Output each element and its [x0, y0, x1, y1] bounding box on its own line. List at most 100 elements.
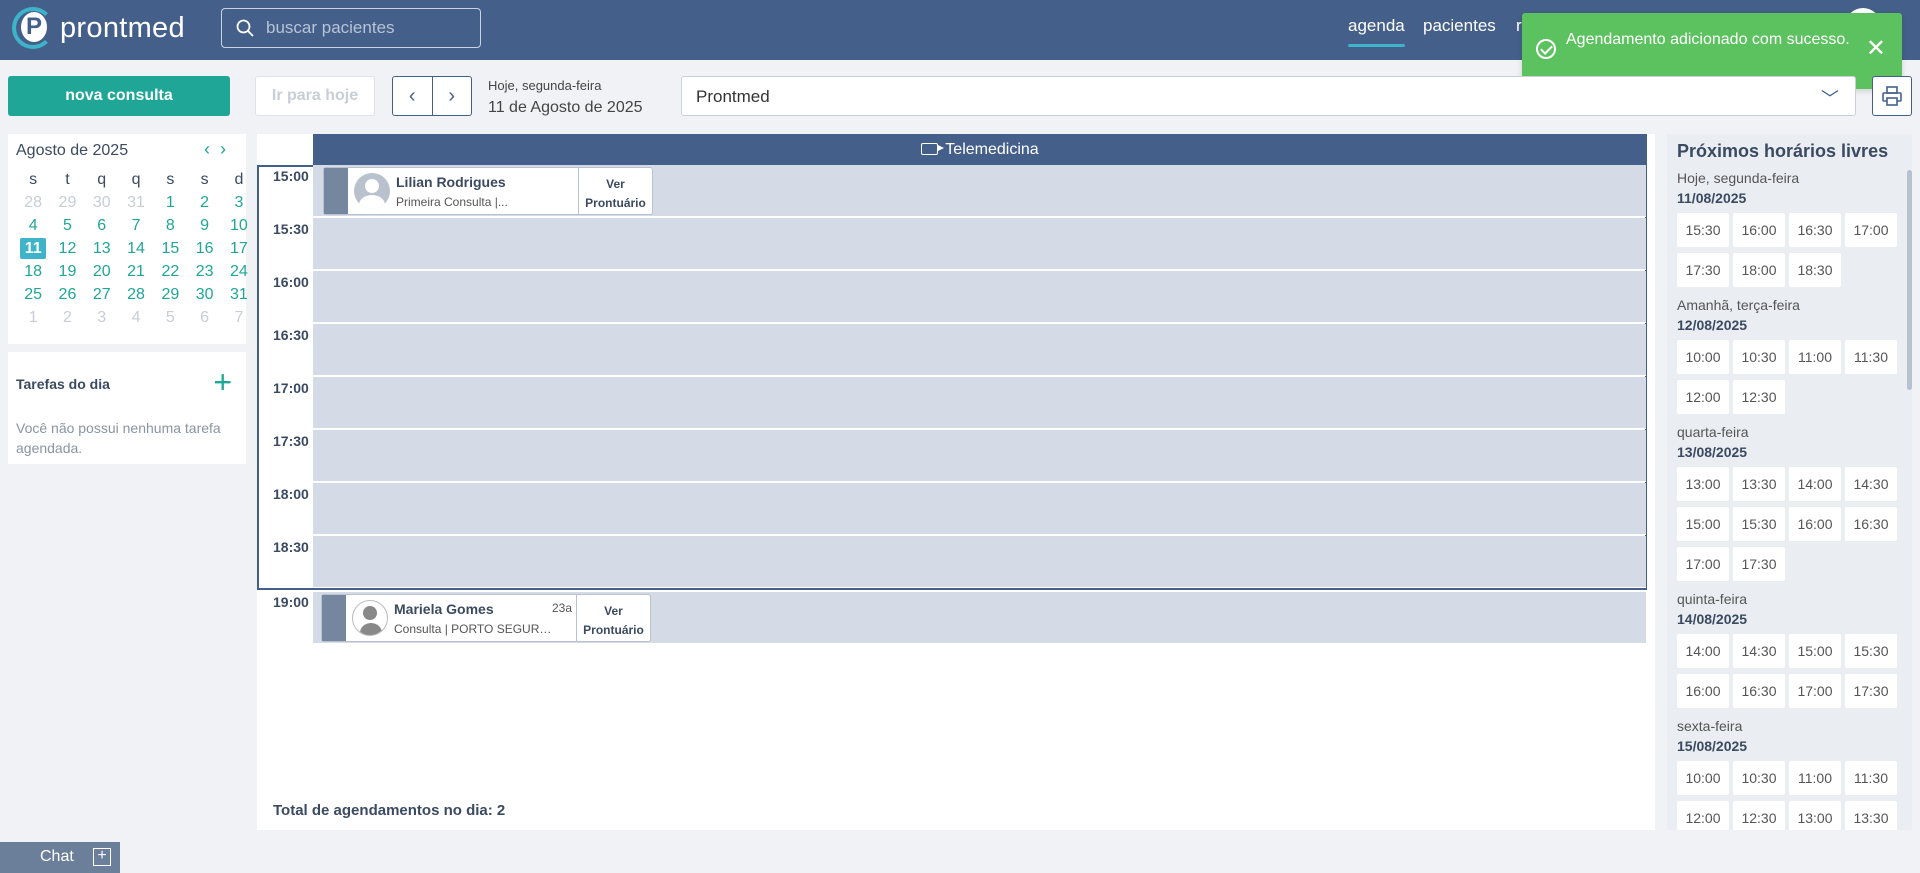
calendar-day[interactable]: 17 [222, 237, 256, 260]
calendar-day[interactable]: 19 [50, 260, 84, 283]
calendar-day[interactable]: 15 [153, 237, 187, 260]
calendar-day[interactable]: 30 [187, 283, 221, 306]
free-slot-chip[interactable]: 13:00 [1789, 801, 1841, 830]
go-today-button[interactable]: Ir para hoje [255, 76, 375, 116]
calendar-day[interactable]: 4 [119, 306, 153, 329]
free-slot-chip[interactable]: 14:00 [1677, 634, 1729, 668]
free-slot-chip[interactable]: 17:00 [1677, 547, 1729, 581]
free-slot-chip[interactable]: 18:30 [1789, 253, 1841, 287]
free-slot-chip[interactable]: 17:00 [1845, 213, 1897, 247]
free-slot-chip[interactable]: 11:00 [1789, 340, 1841, 374]
free-slot-chip[interactable]: 16:30 [1845, 507, 1897, 541]
calendar-day[interactable]: 28 [119, 283, 153, 306]
calendar-day[interactable]: 4 [16, 214, 50, 237]
free-slot-chip[interactable]: 12:00 [1677, 801, 1729, 830]
calendar-day[interactable]: 5 [50, 214, 84, 237]
calendar-day[interactable]: 9 [187, 214, 221, 237]
calendar-day[interactable]: 18 [16, 260, 50, 283]
free-slot-chip[interactable]: 17:30 [1733, 547, 1785, 581]
free-slot-chip[interactable]: 15:00 [1789, 634, 1841, 668]
slot-1730[interactable] [313, 430, 1646, 482]
free-slot-chip[interactable]: 16:30 [1733, 674, 1785, 708]
slot-1630[interactable] [313, 324, 1646, 376]
nav-item-partial[interactable]: r [1516, 16, 1522, 36]
calendar-day[interactable]: 27 [85, 283, 119, 306]
calendar-day[interactable]: 14 [119, 237, 153, 260]
free-slot-chip[interactable]: 16:00 [1677, 674, 1729, 708]
slot-1700[interactable] [313, 377, 1646, 429]
calendar-day[interactable]: 1 [16, 306, 50, 329]
view-record-button[interactable]: Ver Prontuário [576, 595, 650, 641]
slot-1600[interactable] [313, 271, 1646, 323]
free-slot-chip[interactable]: 17:30 [1677, 253, 1729, 287]
calendar-day[interactable]: 30 [85, 191, 119, 214]
free-slot-chip[interactable]: 16:30 [1789, 213, 1841, 247]
calendar-day[interactable]: 31 [119, 191, 153, 214]
free-slot-chip[interactable]: 10:30 [1733, 340, 1785, 374]
calendar-day[interactable]: 6 [187, 306, 221, 329]
calendar-day[interactable]: 2 [50, 306, 84, 329]
chat-button[interactable]: Chat + [0, 842, 120, 873]
free-slot-chip[interactable]: 15:30 [1733, 507, 1785, 541]
appointment-card[interactable]: Mariela Gomes 23a Consulta | PORTO SEGUR… [321, 594, 651, 642]
calendar-day[interactable]: 3 [222, 191, 256, 214]
free-slot-chip[interactable]: 14:00 [1789, 467, 1841, 501]
calendar-day[interactable]: 21 [119, 260, 153, 283]
calendar-day[interactable]: 12 [50, 237, 84, 260]
calendar-day[interactable]: 7 [119, 214, 153, 237]
appointment-card[interactable]: Lilian Rodrigues Primeira Consulta |... … [323, 167, 653, 215]
free-slot-chip[interactable]: 13:00 [1677, 467, 1729, 501]
free-slot-chip[interactable]: 10:30 [1733, 761, 1785, 795]
nav-pacientes[interactable]: pacientes [1423, 16, 1496, 36]
free-slot-chip[interactable]: 12:30 [1733, 801, 1785, 830]
calendar-day[interactable]: 1 [153, 191, 187, 214]
free-slot-chip[interactable]: 15:30 [1677, 213, 1729, 247]
logo[interactable]: prontmed [12, 7, 185, 49]
free-slot-chip[interactable]: 16:00 [1789, 507, 1841, 541]
calendar-arrows[interactable]: ‹› [204, 139, 236, 160]
calendar-day[interactable]: 29 [50, 191, 84, 214]
scrollbar[interactable] [1907, 170, 1912, 390]
free-slot-chip[interactable]: 17:30 [1845, 674, 1897, 708]
calendar-day[interactable]: 26 [50, 283, 84, 306]
calendar-day[interactable]: 28 [16, 191, 50, 214]
calendar-day[interactable]: 25 [16, 283, 50, 306]
calendar-day-selected[interactable]: 11 [20, 238, 47, 259]
free-slot-chip[interactable]: 14:30 [1733, 634, 1785, 668]
free-slot-chip[interactable]: 14:30 [1845, 467, 1897, 501]
free-slot-chip[interactable]: 13:30 [1845, 801, 1897, 830]
free-slot-chip[interactable]: 13:30 [1733, 467, 1785, 501]
calendar-day[interactable]: 22 [153, 260, 187, 283]
free-slot-chip[interactable]: 11:30 [1845, 761, 1897, 795]
calendar-day[interactable]: 24 [222, 260, 256, 283]
calendar-day[interactable]: 8 [153, 214, 187, 237]
search-input[interactable] [266, 18, 466, 38]
free-slot-chip[interactable]: 18:00 [1733, 253, 1785, 287]
calendar-day[interactable]: 7 [222, 306, 256, 329]
slot-1530[interactable] [313, 218, 1646, 270]
calendar-day[interactable]: 23 [187, 260, 221, 283]
free-slot-chip[interactable]: 12:00 [1677, 380, 1729, 414]
calendar-day[interactable]: 13 [85, 237, 119, 260]
free-slot-chip[interactable]: 15:00 [1677, 507, 1729, 541]
slot-1830[interactable] [313, 536, 1646, 588]
calendar-day[interactable]: 16 [187, 237, 221, 260]
chevron-left-icon[interactable]: ‹ [393, 77, 433, 115]
free-slot-chip[interactable]: 10:00 [1677, 761, 1729, 795]
new-appointment-button[interactable]: nova consulta [8, 76, 230, 116]
view-record-button[interactable]: Ver Prontuário [578, 168, 652, 214]
free-slot-chip[interactable]: 16:00 [1733, 213, 1785, 247]
free-slot-chip[interactable]: 11:00 [1789, 761, 1841, 795]
calendar-day[interactable]: 20 [85, 260, 119, 283]
calendar-day[interactable]: 5 [153, 306, 187, 329]
calendar-day[interactable]: 10 [222, 214, 256, 237]
search-box[interactable] [221, 8, 481, 48]
add-task-icon[interactable]: + [213, 366, 232, 398]
free-slot-chip[interactable]: 11:30 [1845, 340, 1897, 374]
calendar-day[interactable]: 31 [222, 283, 256, 306]
free-slot-chip[interactable]: 17:00 [1789, 674, 1841, 708]
chevron-right-icon[interactable]: › [433, 77, 472, 115]
print-button[interactable] [1872, 76, 1912, 116]
calendar-day[interactable]: 29 [153, 283, 187, 306]
nav-agenda[interactable]: agenda [1348, 16, 1405, 47]
